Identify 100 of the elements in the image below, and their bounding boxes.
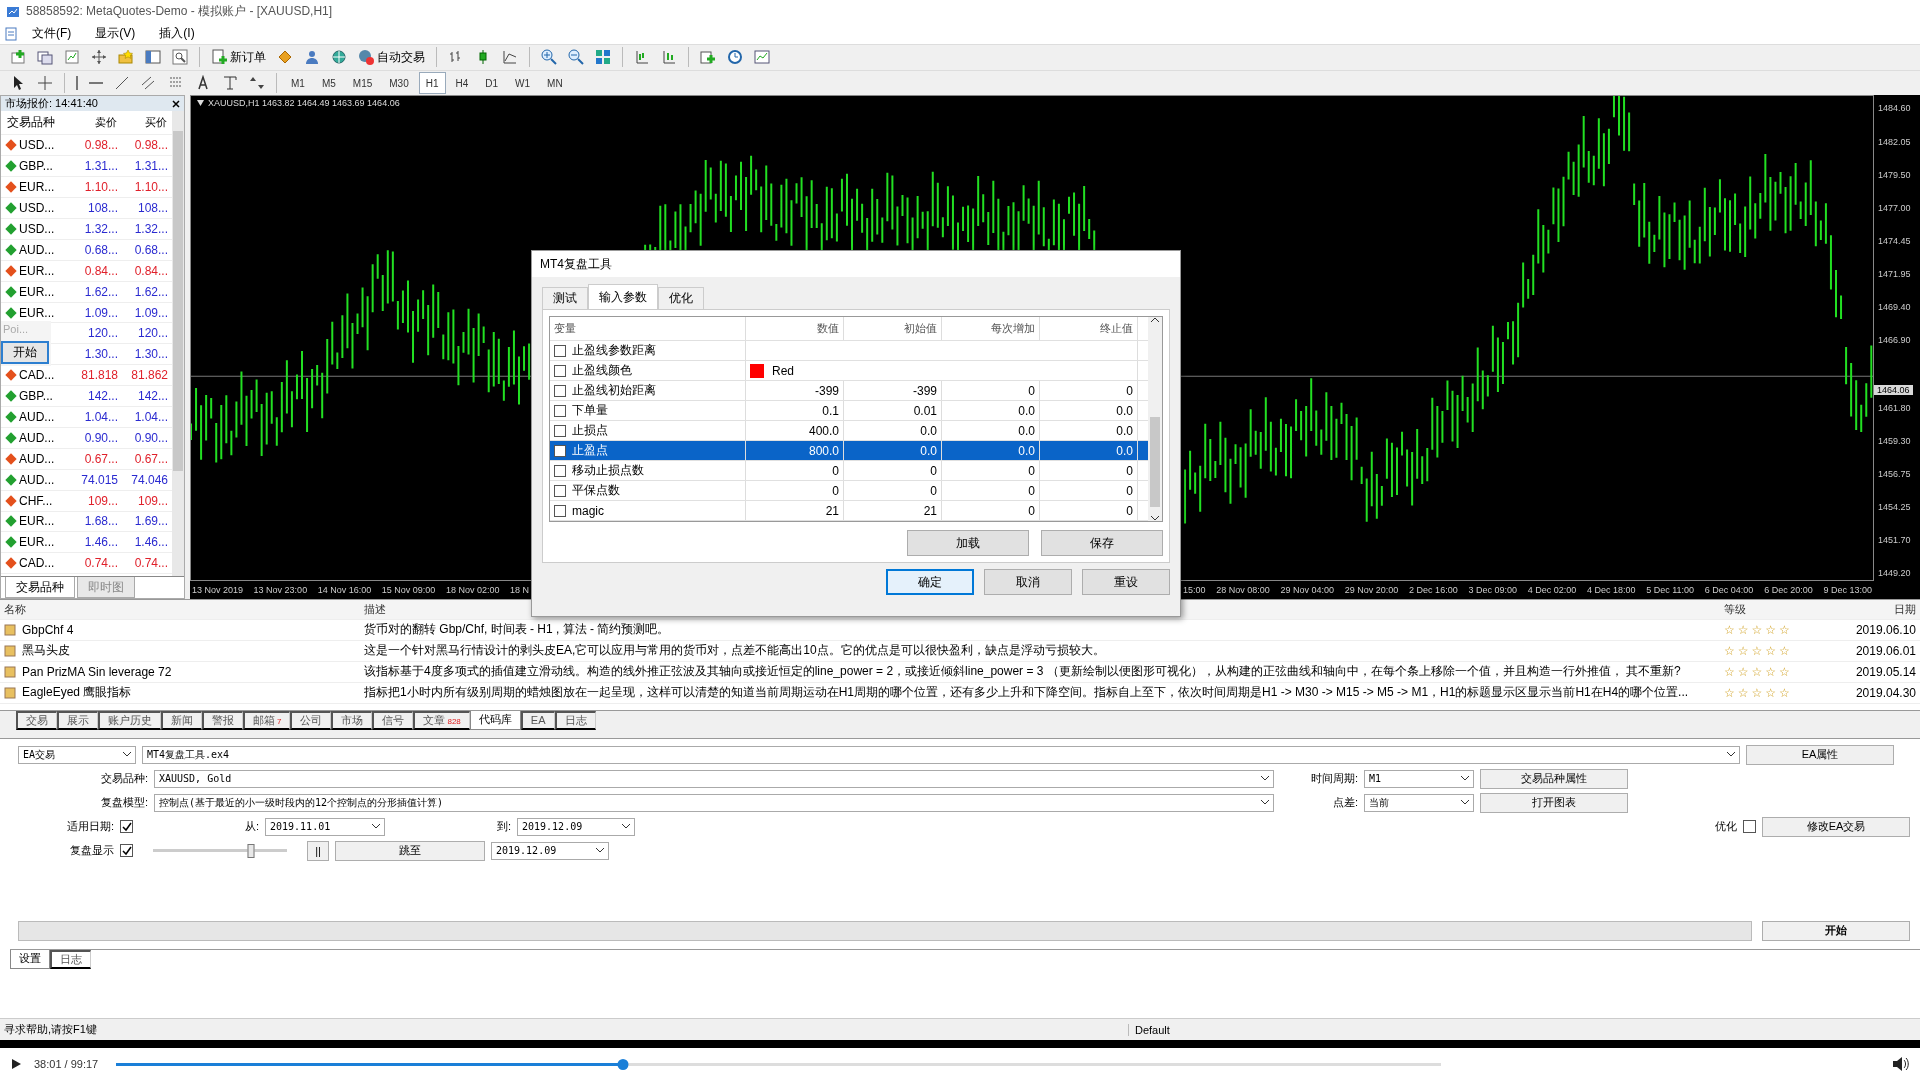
tester-tab[interactable]: 设置 bbox=[10, 949, 50, 969]
symbol-cell[interactable]: USD... bbox=[19, 138, 55, 153]
timeframe-button[interactable]: H1 bbox=[418, 72, 446, 95]
symbol-cell[interactable]: AUD... bbox=[19, 430, 55, 445]
video-progress-thumb[interactable] bbox=[617, 1058, 629, 1070]
dropdown-caret-icon[interactable] bbox=[123, 752, 131, 758]
symbol-cell[interactable]: USD... bbox=[19, 221, 55, 236]
timeframe-button[interactable]: M1 bbox=[284, 72, 312, 95]
symbol-dropdown[interactable]: XAUUSD, Gold bbox=[154, 769, 1274, 788]
parameter-value[interactable]: 0 bbox=[1040, 461, 1138, 481]
column-header[interactable]: 等级 bbox=[1720, 601, 1840, 617]
symbol-cell[interactable]: AUD... bbox=[19, 242, 55, 257]
dropdown-triangle-icon[interactable] bbox=[197, 100, 204, 107]
model-dropdown[interactable]: 控制点(基于最近的小一级时段内的12个控制点的分形插值计算) bbox=[154, 793, 1274, 812]
dialog-tab[interactable]: 输入参数 bbox=[588, 284, 658, 310]
timeframe-button[interactable]: M30 bbox=[382, 72, 416, 95]
terminal-tab[interactable]: 文章 828 bbox=[413, 710, 470, 730]
terminal-tab[interactable]: 交易 bbox=[16, 710, 57, 730]
parameter-row[interactable]: 平保点数 0 0 0 0 bbox=[550, 481, 1148, 502]
parameter-value[interactable]: 0.0 bbox=[942, 441, 1040, 461]
menu-item[interactable]: 插入(I) bbox=[149, 25, 205, 43]
terminal-tab[interactable]: EA bbox=[520, 710, 555, 730]
terminal-tab[interactable]: 公司 bbox=[290, 710, 332, 730]
parameter-value[interactable]: 0 bbox=[942, 381, 1040, 401]
slider-track[interactable] bbox=[153, 849, 287, 853]
column-header[interactable]: 每次增加 bbox=[942, 317, 1040, 341]
parameter-value[interactable]: 0 bbox=[844, 481, 942, 501]
terminal-tab[interactable]: 账户历史 bbox=[98, 710, 161, 730]
parameter-value[interactable]: 0 bbox=[844, 461, 942, 481]
parameter-row[interactable]: 止盈线初始距离 -399 -399 0 0 bbox=[550, 381, 1148, 402]
dropdown-caret-icon[interactable] bbox=[1261, 800, 1269, 806]
type-dropdown[interactable]: EA交易 bbox=[18, 745, 136, 764]
dropdown-caret-icon[interactable] bbox=[372, 824, 380, 830]
symbol-cell[interactable]: EUR... bbox=[19, 263, 55, 278]
symbol-cell[interactable]: CHF... bbox=[19, 493, 53, 508]
scroll-down-icon[interactable] bbox=[1151, 516, 1159, 522]
parameter-value[interactable]: 0 bbox=[1040, 501, 1138, 521]
ok-button[interactable]: 确定 bbox=[886, 569, 974, 596]
dialog-tab[interactable]: 优化 bbox=[658, 287, 704, 310]
parameter-value[interactable]: 0.0 bbox=[844, 441, 942, 461]
checkbox[interactable] bbox=[120, 844, 133, 858]
parameter-value[interactable]: 0 bbox=[746, 481, 844, 501]
pause-button[interactable]: || bbox=[307, 840, 329, 861]
checkbox[interactable] bbox=[554, 344, 566, 357]
symbol-cell[interactable]: EUR... bbox=[19, 305, 55, 320]
play-icon[interactable] bbox=[10, 1058, 22, 1071]
menu-item[interactable]: 显示(V) bbox=[85, 25, 146, 43]
reset-button[interactable]: 重设 bbox=[1082, 569, 1170, 596]
column-header[interactable]: 变量 bbox=[550, 317, 746, 341]
dropdown-caret-icon[interactable] bbox=[622, 824, 630, 830]
symbol-cell[interactable]: CAD... bbox=[19, 556, 55, 571]
scrollbar[interactable] bbox=[172, 111, 184, 576]
parameter-row[interactable]: 止盈线颜色 Red bbox=[550, 361, 1148, 382]
parameter-value[interactable]: 0.0 bbox=[1040, 401, 1138, 421]
parameter-row[interactable]: 止盈线参数距离 bbox=[550, 341, 1148, 362]
column-header[interactable]: 初始值 bbox=[844, 317, 942, 341]
terminal-tab[interactable]: 日志 bbox=[554, 710, 596, 730]
checkbox[interactable] bbox=[120, 820, 133, 834]
parameter-value[interactable]: 0 bbox=[942, 481, 1040, 501]
parameter-value[interactable]: -399 bbox=[844, 381, 942, 401]
parameter-value[interactable]: 0.01 bbox=[844, 401, 942, 421]
parameter-row[interactable]: magic 21 21 0 0 bbox=[550, 501, 1148, 522]
volume-icon[interactable] bbox=[1892, 1056, 1910, 1073]
checkbox[interactable] bbox=[554, 504, 566, 517]
parameter-value[interactable]: Red bbox=[772, 363, 794, 378]
checkbox[interactable] bbox=[554, 444, 566, 457]
symbol-cell[interactable]: USD... bbox=[19, 201, 55, 216]
terminal-tab[interactable]: 邮箱 7 bbox=[243, 710, 291, 730]
parameter-value[interactable]: 800.0 bbox=[746, 441, 844, 461]
column-header[interactable]: 数值 bbox=[746, 317, 844, 341]
parameter-value[interactable]: 0 bbox=[942, 501, 1040, 521]
timeframe-button[interactable]: M5 bbox=[314, 72, 343, 95]
code-name[interactable]: GbpChf 4 bbox=[22, 622, 74, 637]
column-header[interactable]: 交易品种 bbox=[1, 114, 71, 132]
cancel-button[interactable]: 取消 bbox=[984, 569, 1072, 596]
spread-dropdown[interactable]: 当前 bbox=[1364, 793, 1474, 812]
dropdown-caret-icon[interactable] bbox=[1461, 776, 1469, 782]
symbol-cell[interactable]: AUD... bbox=[19, 472, 55, 487]
expert-dropdown[interactable]: MT4复盘工具.ex4 bbox=[142, 745, 1740, 764]
parameter-value[interactable]: 0 bbox=[1040, 381, 1138, 401]
parameter-value[interactable]: 0 bbox=[942, 461, 1040, 481]
dialog-tab[interactable]: 测试 bbox=[542, 287, 588, 310]
parameter-value[interactable]: 21 bbox=[844, 501, 942, 521]
symbol-cell[interactable]: EUR... bbox=[19, 284, 55, 299]
expert-properties-button[interactable]: EA属性 bbox=[1746, 744, 1894, 765]
parameter-value[interactable]: 0.1 bbox=[746, 401, 844, 421]
dropdown-caret-icon[interactable] bbox=[1727, 752, 1735, 758]
parameter-row[interactable]: 止盈点 800.0 0.0 0.0 0.0 bbox=[550, 441, 1148, 462]
symbol-cell[interactable]: AUD... bbox=[19, 410, 55, 424]
symbol-properties-button[interactable]: 交易品种属性 bbox=[1480, 768, 1628, 789]
symbol-cell[interactable]: GBP... bbox=[19, 389, 53, 404]
timeframe-button[interactable]: H4 bbox=[448, 72, 476, 95]
checkbox[interactable] bbox=[554, 484, 566, 497]
start-button[interactable]: 开始 bbox=[1762, 920, 1910, 941]
parameter-value[interactable]: 400.0 bbox=[746, 421, 844, 441]
parameter-row[interactable]: 移动止损点数 0 0 0 0 bbox=[550, 461, 1148, 482]
dropdown-caret-icon[interactable] bbox=[1261, 776, 1269, 782]
symbol-cell[interactable]: CAD... bbox=[19, 368, 55, 383]
parameter-value[interactable]: 0.0 bbox=[1040, 441, 1138, 461]
symbol-cell[interactable]: AUD... bbox=[19, 451, 55, 466]
